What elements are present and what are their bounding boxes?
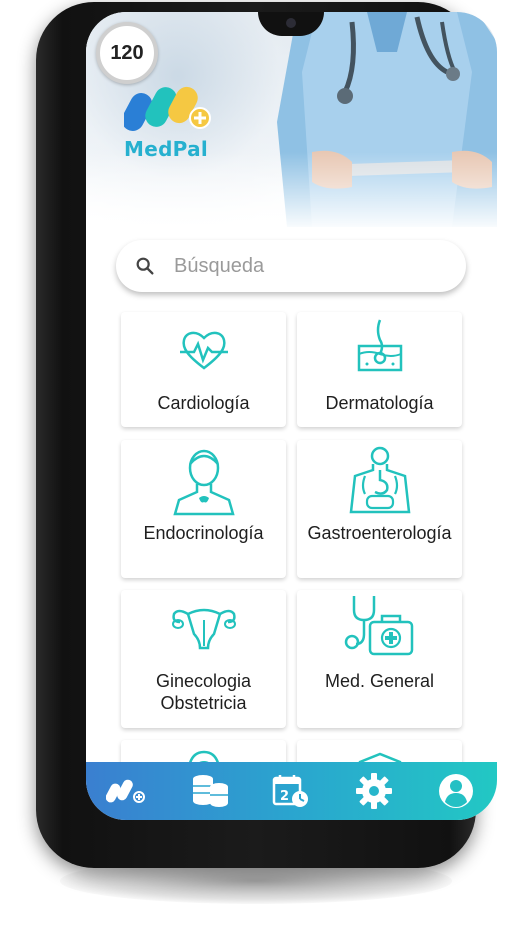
digestive-system-icon [349,446,410,514]
specialty-card-dermatologia[interactable]: Dermatología [297,312,462,427]
thyroid-person-icon [172,449,235,516]
phone-frame: 120 MedPal Búsqueda Cardiología Dermatol… [36,2,497,868]
app-screen: 120 MedPal Búsqueda Cardiología Dermatol… [86,12,497,820]
nav-home[interactable] [86,762,168,820]
stage: 120 MedPal Búsqueda Cardiología Dermatol… [0,0,512,934]
specialty-label: Dermatología [325,393,434,413]
stethoscope-kit-icon [344,596,413,656]
gear-icon [355,773,392,809]
specialty-label: Cardiología [157,393,250,413]
specialty-card-med-general[interactable]: Med. General [297,590,462,728]
specialty-card-ginecologia[interactable]: Ginecologia Obstetricia [121,590,286,728]
search-bar[interactable] [116,240,466,292]
nav-profile[interactable] [415,762,497,820]
specialty-card-cardiologia[interactable]: Cardiología [121,312,286,427]
app-logo: MedPal [121,82,224,161]
coins-icon [193,775,229,807]
heart-monitor-icon [179,331,228,370]
app-name: MedPal [124,137,209,161]
bottom-navigation: 2 [86,762,497,820]
specialty-card-endocrinologia[interactable]: Endocrinología [121,440,286,578]
nav-settings[interactable] [333,762,415,820]
specialty-label: Med. General [324,671,435,691]
specialty-label: Gastroenterología [307,523,452,543]
svg-text:2: 2 [280,789,289,804]
counter-badge: 120 [96,22,158,84]
specialty-card-gastroenterologia[interactable]: Gastroenterología [297,440,462,578]
uterus-icon [171,608,236,650]
specialty-label: Endocrinología [143,523,264,543]
nav-payments[interactable] [168,762,250,820]
user-icon [438,774,473,808]
medpal-logo-icon [121,86,211,131]
search-input[interactable] [174,254,414,278]
front-camera [286,18,296,28]
medpal-logo-icon [106,779,146,803]
hero-fade [86,152,497,232]
nav-appointments[interactable]: 2 [250,762,332,820]
specialty-label: Ginecologia Obstetricia [155,671,252,713]
search-icon [136,257,154,275]
calendar-clock-icon: 2 [273,775,309,807]
skin-layer-icon [357,319,402,372]
